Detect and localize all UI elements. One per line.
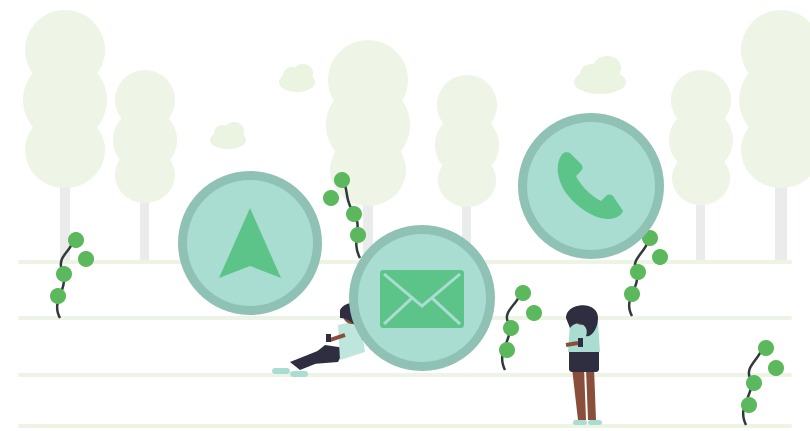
tree-3 — [326, 40, 410, 260]
tree-6 — [739, 10, 810, 260]
mail-circle-button[interactable] — [349, 225, 495, 371]
vine-5 — [741, 340, 784, 426]
tree-2 — [113, 70, 177, 260]
mail-icon — [380, 270, 464, 328]
illustration-canvas — [18, 10, 810, 428]
background-trees — [23, 10, 810, 260]
vine-3 — [499, 285, 542, 371]
tree-5 — [669, 70, 733, 260]
cloud-3 — [574, 56, 626, 94]
phone-circle-button[interactable] — [518, 113, 664, 259]
cloud-2 — [210, 122, 246, 149]
cloud-1 — [279, 64, 315, 92]
navigation-circle-button[interactable] — [178, 171, 322, 315]
vine-1 — [50, 232, 94, 319]
tree-1 — [23, 10, 107, 260]
standing-woman-figure — [565, 305, 602, 425]
